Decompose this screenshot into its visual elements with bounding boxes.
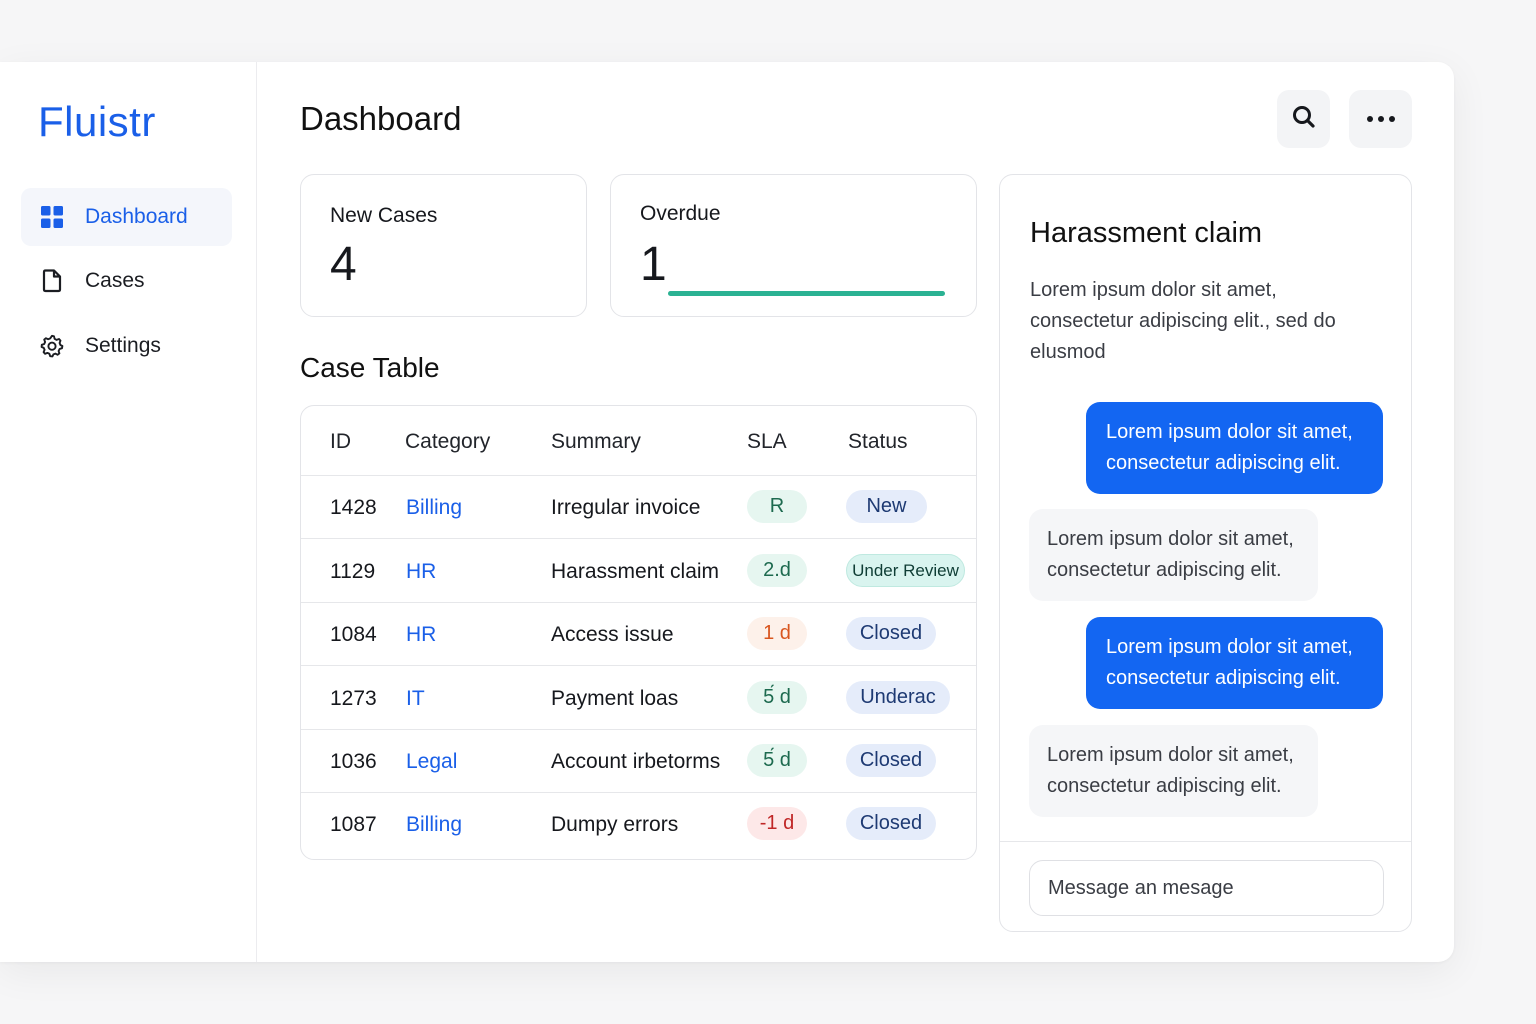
overdue-progress-fill bbox=[668, 291, 945, 296]
document-icon bbox=[40, 269, 64, 293]
overdue-value: 1 bbox=[640, 238, 667, 291]
case-category-link[interactable]: Billing bbox=[406, 813, 462, 837]
status-badge: Closed bbox=[846, 807, 936, 840]
app-logo: Fluistr bbox=[38, 98, 156, 145]
column-header-id[interactable]: ID bbox=[330, 430, 351, 454]
chat-message-incoming: Lorem ipsum dolor sit amet, consectetur … bbox=[1029, 725, 1318, 817]
case-id: 1036 bbox=[330, 750, 377, 773]
grid-icon bbox=[40, 205, 64, 229]
sidebar-item-label: Dashboard bbox=[85, 205, 188, 228]
chat-description: Lorem ipsum dolor sit amet, consectetur … bbox=[1030, 279, 1336, 363]
case-table-title: Case Table bbox=[300, 352, 440, 383]
message-input[interactable] bbox=[1029, 860, 1384, 916]
new-cases-label: New Cases bbox=[330, 204, 438, 227]
sidebar: Fluistr Dashboard Cases Settings bbox=[0, 62, 257, 962]
more-icon bbox=[1366, 110, 1396, 128]
case-category-link[interactable]: HR bbox=[406, 560, 436, 584]
status-badge: Closed bbox=[846, 744, 936, 777]
table-row[interactable]: 1129 HR Harassment claim 2.d Under Review bbox=[301, 540, 976, 603]
case-id: 1129 bbox=[330, 560, 376, 583]
case-id: 1428 bbox=[330, 496, 377, 519]
sidebar-item-dashboard[interactable]: Dashboard bbox=[21, 188, 232, 246]
overdue-progress-bar bbox=[668, 291, 945, 296]
sidebar-item-settings[interactable]: Settings bbox=[21, 317, 232, 375]
case-category-link[interactable]: IT bbox=[406, 687, 425, 711]
sla-badge: 2.d bbox=[747, 554, 807, 587]
sla-badge: 5́ d bbox=[747, 681, 807, 714]
column-header-summary[interactable]: Summary bbox=[551, 430, 641, 454]
sidebar-item-label: Cases bbox=[85, 269, 145, 292]
case-id: 1087 bbox=[330, 813, 377, 836]
search-button[interactable] bbox=[1277, 90, 1330, 148]
table-row[interactable]: 1273 IT Payment loas 5́ d Underac bbox=[301, 667, 976, 730]
case-summary: Irregular invoice bbox=[551, 496, 701, 519]
chat-message-outgoing: Lorem ipsum dolor sit amet, consectetur … bbox=[1086, 402, 1383, 494]
chat-divider bbox=[1000, 841, 1411, 842]
case-summary: Payment loas bbox=[551, 687, 679, 710]
column-header-category[interactable]: Category bbox=[405, 430, 490, 454]
case-chat-panel: Harassment claim Lorem ipsum dolor sit a… bbox=[999, 174, 1412, 932]
table-row[interactable]: 1087 Billing Dumpy errors -1 d Closed bbox=[301, 793, 976, 856]
case-category-link[interactable]: Billing bbox=[406, 496, 462, 520]
sla-badge: 5́ d bbox=[747, 744, 807, 777]
column-header-status[interactable]: Status bbox=[848, 430, 908, 454]
case-category-link[interactable]: HR bbox=[406, 623, 436, 647]
gear-icon bbox=[40, 334, 64, 358]
status-badge: Under Review bbox=[846, 554, 965, 587]
table-row[interactable]: 1084 HR Access issue 1 d Closed bbox=[301, 603, 976, 666]
sla-badge: -1 d bbox=[747, 807, 807, 840]
search-icon bbox=[1291, 104, 1317, 135]
case-id: 1273 bbox=[330, 687, 377, 710]
new-cases-card: New Cases 4 bbox=[300, 174, 587, 317]
status-badge: Closed bbox=[846, 617, 936, 650]
case-summary: Dumpy errors bbox=[551, 813, 679, 836]
chat-title: Harassment claim bbox=[1030, 217, 1263, 249]
overdue-label: Overdue bbox=[640, 202, 721, 225]
new-cases-value: 4 bbox=[330, 238, 357, 291]
sla-badge: 1 d bbox=[747, 617, 807, 650]
app-window: Fluistr Dashboard Cases Settings Dashboa… bbox=[0, 62, 1454, 962]
status-badge: Underac bbox=[846, 681, 950, 714]
case-category-link[interactable]: Legal bbox=[406, 750, 457, 774]
chat-message-incoming: Lorem ipsum dolor sit amet, consectetur … bbox=[1029, 509, 1318, 601]
table-row[interactable]: 1036 Legal Account irbetorms 5́ d Closed bbox=[301, 730, 976, 793]
case-id: 1084 bbox=[330, 623, 377, 646]
status-badge: New bbox=[846, 490, 927, 523]
more-button[interactable] bbox=[1349, 90, 1412, 148]
sidebar-item-cases[interactable]: Cases bbox=[21, 252, 232, 310]
table-row[interactable]: 1428 Billing Irregular invoice R New bbox=[301, 476, 976, 539]
page-title: Dashboard bbox=[300, 100, 462, 137]
column-header-sla[interactable]: SLA bbox=[747, 430, 787, 454]
case-summary: Access issue bbox=[551, 623, 674, 646]
case-summary: Harassment claim bbox=[551, 560, 720, 583]
sidebar-item-label: Settings bbox=[85, 334, 161, 357]
overdue-card: Overdue 1 bbox=[610, 174, 977, 317]
table-header: ID Category Summary SLA Status bbox=[301, 406, 976, 476]
case-summary: Account irbetorms bbox=[551, 750, 721, 773]
case-table: ID Category Summary SLA Status 1428 Billi… bbox=[300, 405, 977, 860]
chat-message-outgoing: Lorem ipsum dolor sit amet, consectetur … bbox=[1086, 617, 1383, 709]
sla-badge: R bbox=[747, 490, 807, 523]
